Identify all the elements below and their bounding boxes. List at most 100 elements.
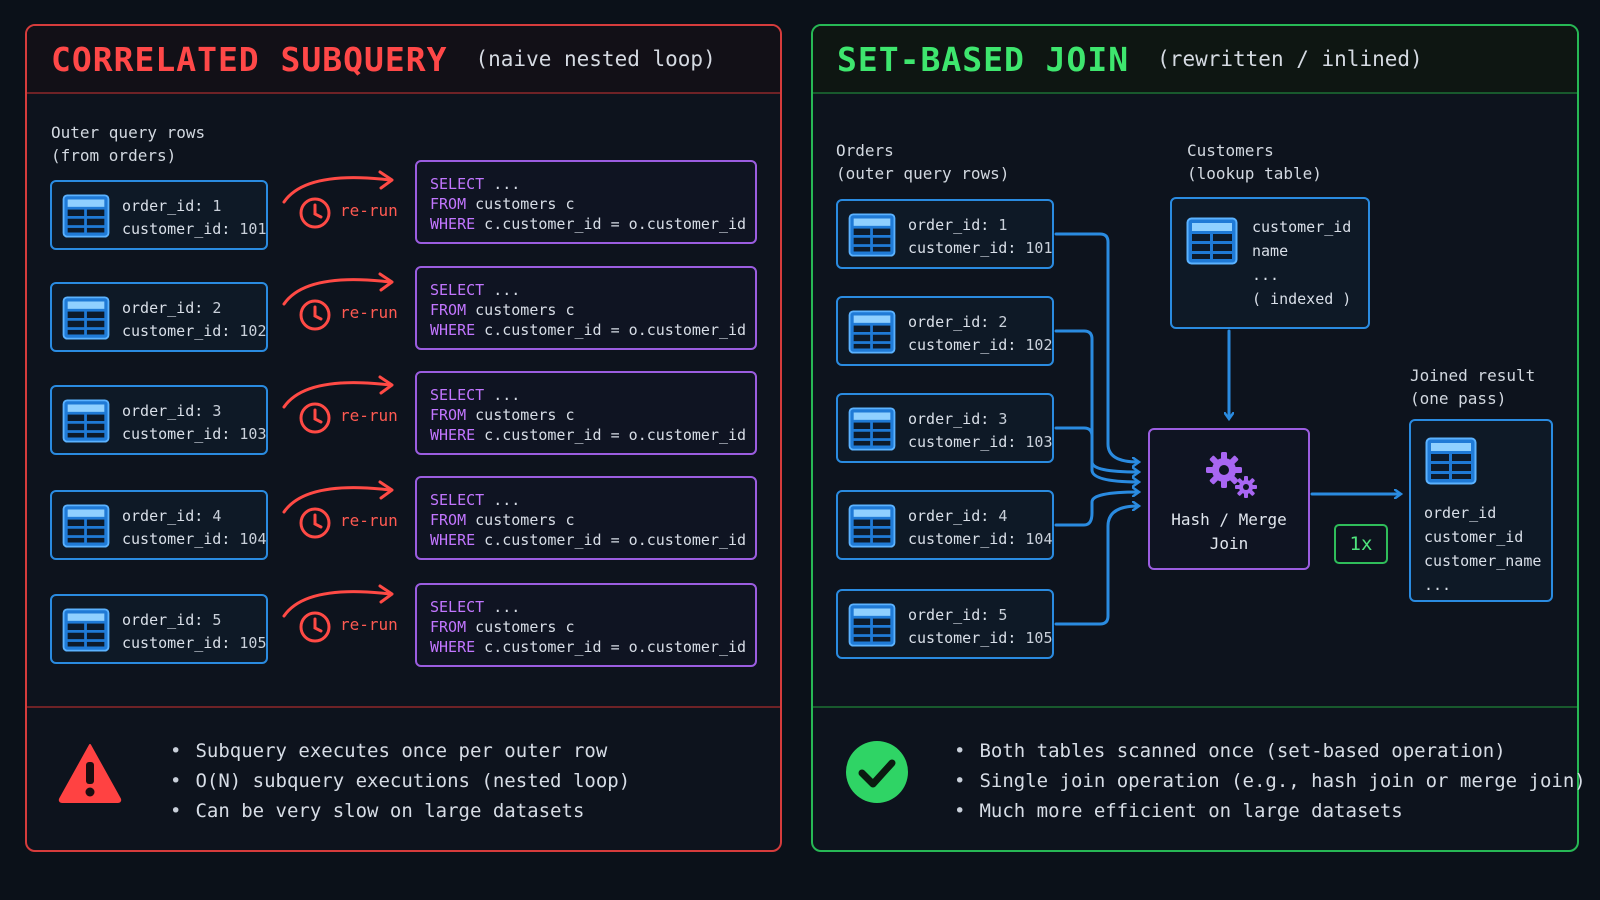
customer-id-key: customer_id:	[908, 629, 1017, 647]
outer-rows-label: Outer query rows (from orders)	[51, 123, 206, 165]
sql-text: ...	[484, 491, 521, 509]
sql-text: customers c	[466, 618, 575, 636]
sql-line: SELECT ...	[430, 490, 755, 510]
join-label: Hash / Merge Join	[1171, 510, 1287, 553]
rerun-label: re-run	[340, 303, 398, 322]
sql-line: SELECT ...	[430, 385, 755, 405]
sql-text: c.customer_id = o.customer_id	[475, 215, 747, 233]
warning-icon	[58, 744, 122, 803]
order-id-value: 2	[212, 299, 222, 317]
rerun-indicator: re-run	[280, 476, 400, 556]
order-id-key: order_id:	[122, 611, 204, 629]
sql-text: c.customer_id = o.customer_id	[475, 321, 747, 339]
sql-line: SELECT ...	[430, 174, 755, 194]
rerun-label: re-run	[340, 615, 398, 634]
sql-keyword: WHERE	[430, 531, 476, 549]
left-panel-subtitle: (naive nested loop)	[475, 47, 716, 71]
hash-merge-join-node: Hash / Merge Join	[1148, 428, 1310, 570]
row-fields: order_id: 5 customer_id: 105	[122, 609, 267, 655]
sql-line: WHERE c.customer_id = o.customer_id	[430, 214, 755, 234]
subquery-sql-3: SELECT ... FROM customers c WHERE c.custom…	[415, 371, 757, 455]
joined-result-label: Joined result (one pass)	[1410, 366, 1536, 408]
sql-keyword: WHERE	[430, 215, 476, 233]
table-icon	[848, 213, 896, 257]
sql-text: ...	[484, 386, 521, 404]
rerun-label: re-run	[340, 406, 398, 425]
right-bullet: Both tables scanned once (set-based oper…	[954, 736, 1586, 766]
sql-keyword: SELECT	[430, 598, 485, 616]
table-icon	[1425, 437, 1477, 485]
outer-row-3: order_id: 3 customer_id: 103	[836, 393, 1054, 463]
table-icon	[62, 296, 110, 340]
sql-line: WHERE c.customer_id = o.customer_id	[430, 425, 755, 445]
clock-icon	[299, 611, 331, 643]
sql-line: FROM customers c	[430, 194, 755, 214]
clock-icon	[299, 402, 331, 434]
customer-id-key: customer_id:	[908, 530, 1017, 548]
left-footer: Subquery executes once per outer row O(N…	[27, 706, 780, 850]
row-fields: order_id: 4 customer_id: 104	[908, 505, 1053, 551]
rerun-indicator: re-run	[280, 371, 400, 451]
customer-id-value: 103	[239, 425, 267, 443]
customer-id-key: customer_id:	[122, 322, 231, 340]
sql-line: WHERE c.customer_id = o.customer_id	[430, 320, 755, 340]
sql-text: c.customer_id = o.customer_id	[475, 426, 747, 444]
order-id-key: order_id:	[122, 197, 204, 215]
order-id-key: order_id:	[908, 507, 990, 525]
order-id-value: 1	[998, 216, 1008, 234]
row-fields: order_id: 5 customer_id: 105	[908, 604, 1053, 650]
customer-id-value: 102	[1025, 336, 1053, 354]
table-icon	[62, 194, 110, 238]
lookup-fields: customer_id name ... ( indexed )	[1252, 218, 1352, 308]
left-footer-bullets: Subquery executes once per outer row O(N…	[170, 736, 630, 826]
sql-keyword: WHERE	[430, 321, 476, 339]
sql-text: c.customer_id = o.customer_id	[475, 531, 747, 549]
sql-text: customers c	[466, 406, 575, 424]
right-bullet: Much more efficient on large datasets	[954, 796, 1586, 826]
table-icon	[1186, 217, 1238, 265]
sql-keyword: SELECT	[430, 281, 485, 299]
sql-line: FROM customers c	[430, 405, 755, 425]
order-id-key: order_id:	[122, 507, 204, 525]
sql-keyword: FROM	[430, 195, 467, 213]
right-bullet: Single join operation (e.g., hash join o…	[954, 766, 1585, 796]
table-icon	[62, 608, 110, 652]
sql-keyword: SELECT	[430, 491, 485, 509]
rerun-indicator: re-run	[280, 268, 400, 348]
customer-id-key: customer_id:	[122, 634, 231, 652]
sql-keyword: FROM	[430, 618, 467, 636]
customer-id-key: customer_id:	[122, 425, 231, 443]
customer-id-key: customer_id:	[908, 239, 1017, 257]
sql-line: SELECT ...	[430, 280, 755, 300]
order-id-key: order_id:	[908, 410, 990, 428]
table-icon	[62, 399, 110, 443]
sql-keyword: FROM	[430, 406, 467, 424]
order-id-value: 3	[212, 402, 222, 420]
joined-result-table: order_id customer_id customer_name ...	[1409, 419, 1553, 602]
order-id-value: 1	[212, 197, 222, 215]
outer-row-5: order_id: 5 customer_id: 105	[836, 589, 1054, 659]
order-id-value: 4	[212, 507, 222, 525]
row-fields: order_id: 4 customer_id: 104	[122, 505, 267, 551]
customer-id-key: customer_id:	[908, 336, 1017, 354]
outer-row-2: order_id: 2 customer_id: 102	[50, 282, 268, 352]
customers-label: Customers (lookup table)	[1187, 141, 1322, 183]
clock-icon	[299, 299, 331, 331]
sql-line: FROM customers c	[430, 617, 755, 637]
gears-icon	[1206, 452, 1257, 498]
left-bullet: Subquery executes once per outer row	[170, 736, 630, 766]
customer-id-value: 102	[239, 322, 267, 340]
subquery-sql-5: SELECT ... FROM customers c WHERE c.custom…	[415, 583, 757, 667]
outer-row-4: order_id: 4 customer_id: 104	[50, 490, 268, 560]
sql-line: WHERE c.customer_id = o.customer_id	[430, 637, 755, 657]
check-circle-icon	[846, 741, 908, 803]
row-fields: order_id: 1 customer_id: 101	[122, 195, 267, 241]
sql-line: SELECT ...	[430, 597, 755, 617]
customer-id-key: customer_id:	[122, 220, 231, 238]
left-bullet: Can be very slow on large datasets	[170, 796, 630, 826]
sql-text: customers c	[466, 195, 575, 213]
sql-text: customers c	[466, 301, 575, 319]
sql-keyword: SELECT	[430, 175, 485, 193]
sql-text: ...	[484, 281, 521, 299]
left-panel-title: CORRELATED SUBQUERY	[51, 39, 448, 79]
